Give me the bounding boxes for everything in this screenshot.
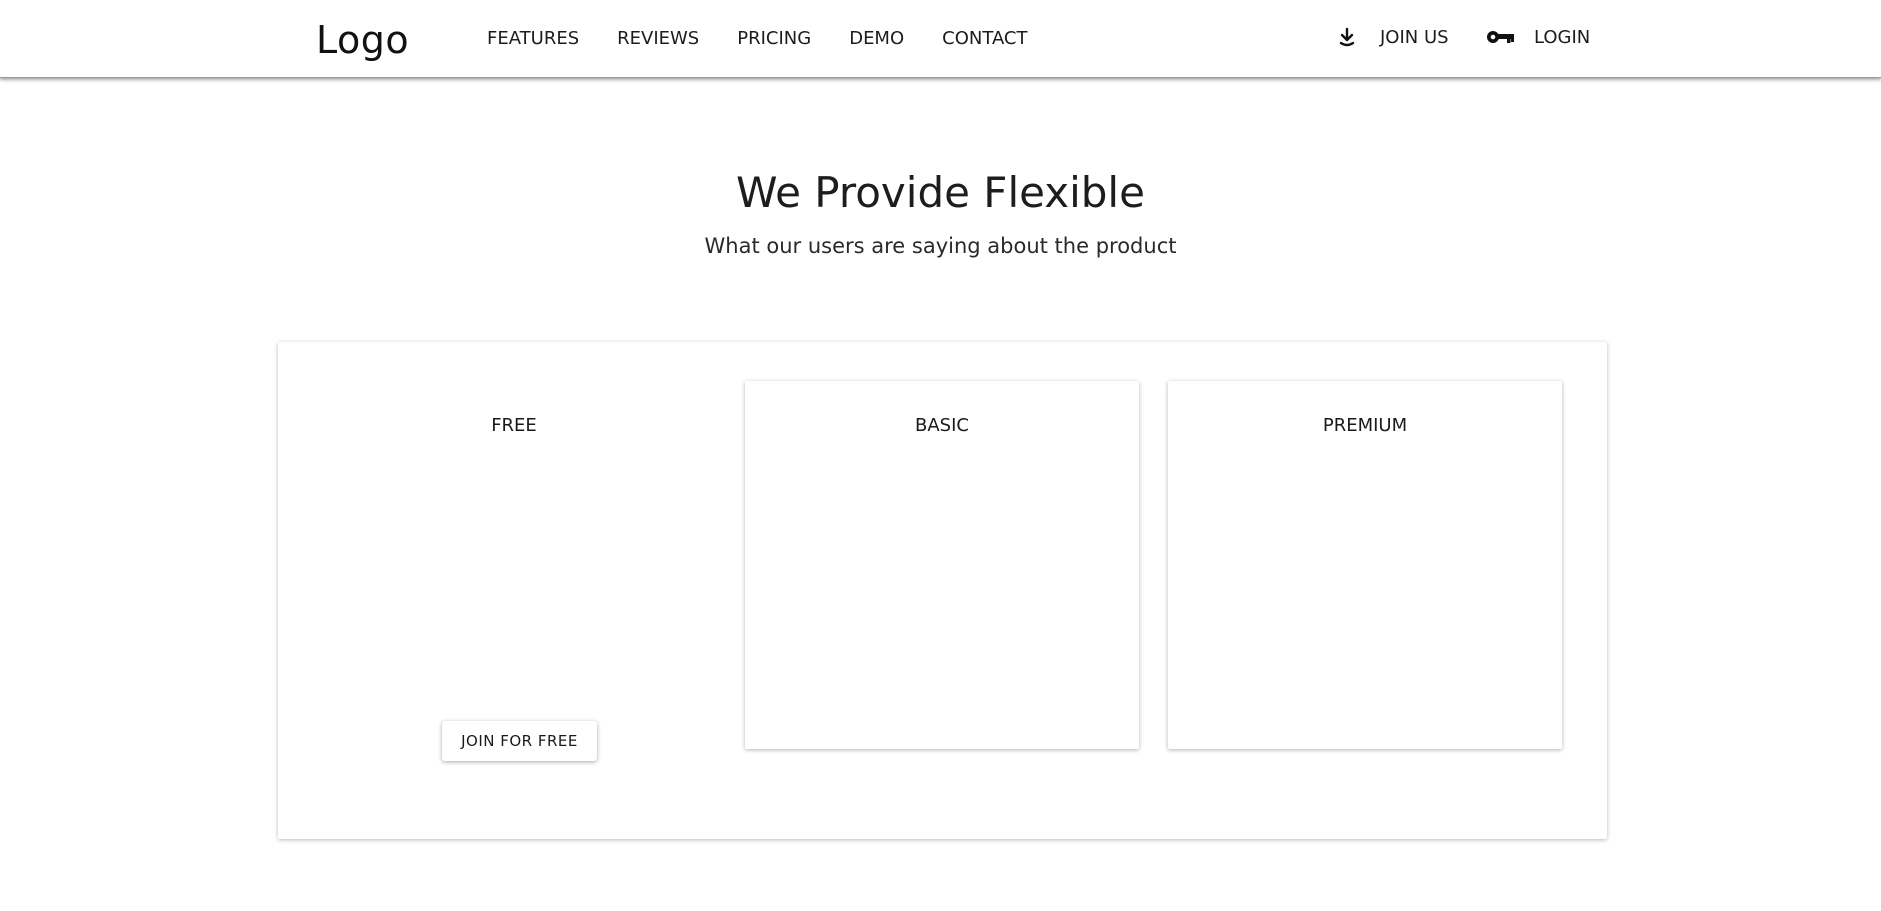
nav-item-reviews[interactable]: REVIEWS bbox=[617, 28, 699, 49]
plan-title-premium: PREMIUM bbox=[1322, 415, 1408, 436]
nav-item-pricing[interactable]: PRICING bbox=[737, 28, 811, 49]
download-icon bbox=[1334, 24, 1360, 50]
nav-item-demo[interactable]: DEMO bbox=[849, 28, 904, 49]
plan-free: FREE bbox=[317, 381, 711, 749]
nav-item-features[interactable]: FEATURES bbox=[487, 28, 579, 49]
join-for-free-button[interactable]: JOIN FOR FREE bbox=[442, 721, 597, 761]
join-us-button[interactable]: JOIN US bbox=[1334, 24, 1449, 50]
pricing-panel: FREE BASIC PREMIUM bbox=[278, 342, 1607, 839]
login-label: LOGIN bbox=[1534, 26, 1591, 48]
plan-premium: PREMIUM bbox=[1168, 381, 1562, 749]
main-nav: FEATURES REVIEWS PRICING DEMO CONTACT bbox=[487, 28, 1066, 49]
join-us-link[interactable]: JOIN US bbox=[1334, 24, 1449, 50]
key-icon bbox=[1486, 24, 1516, 50]
plan-title-basic: BASIC bbox=[915, 415, 969, 436]
nav-item-contact[interactable]: CONTACT bbox=[942, 28, 1027, 49]
login-button[interactable]: LOGIN bbox=[1486, 24, 1590, 50]
plan-title-free: FREE bbox=[491, 415, 537, 436]
login-link[interactable]: LOGIN bbox=[1486, 24, 1590, 50]
plan-basic: BASIC bbox=[745, 381, 1139, 749]
page-subtitle: What our users are saying about the prod… bbox=[704, 234, 1177, 258]
logo[interactable]: Logo bbox=[316, 18, 409, 62]
join-us-label: JOIN US bbox=[1380, 26, 1449, 48]
top-navigation-bar: Logo FEATURES REVIEWS PRICING DEMO CONTA… bbox=[0, 0, 1881, 78]
page-title: We Provide Flexible bbox=[736, 168, 1145, 217]
